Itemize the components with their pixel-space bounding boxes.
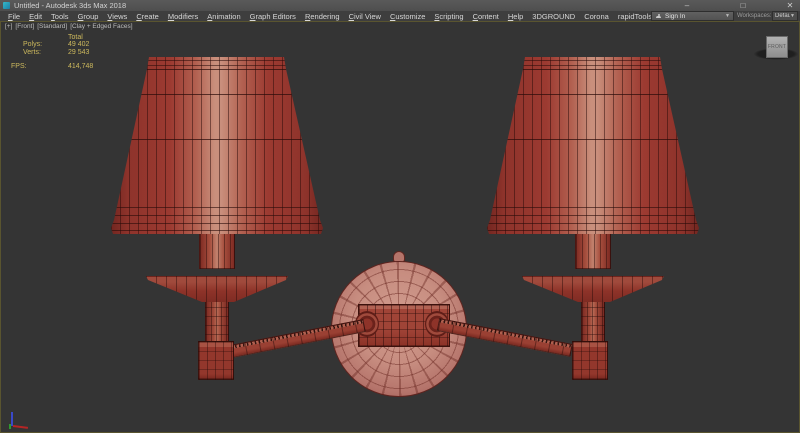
close-button[interactable]: ✕ xyxy=(782,0,798,11)
chevron-down-icon: ▼ xyxy=(725,13,730,19)
viewcube[interactable]: FRONT xyxy=(766,36,788,58)
viewport-menu-renderer[interactable]: [Standard] xyxy=(37,23,67,30)
chevron-down-icon: ▼ xyxy=(790,13,795,19)
menu-item-content[interactable]: Content xyxy=(473,12,499,21)
stats-fps-label: FPS: xyxy=(11,63,27,70)
menu-items: File Edit Tools Group Views Create Modifiers An… xyxy=(8,11,652,21)
menu-item-customize[interactable]: Customize xyxy=(390,12,425,21)
menu-item-modifiers[interactable]: Modifiers xyxy=(168,12,198,21)
viewport-menu-shading[interactable]: [Clay + Edged Faces] xyxy=(70,23,132,30)
menu-item-create[interactable]: Create xyxy=(136,12,159,21)
minimize-button[interactable]: – xyxy=(679,0,695,11)
world-axis-x-icon xyxy=(13,425,28,429)
viewport-menu-general[interactable]: [+] xyxy=(5,23,12,30)
menu-item-scripting[interactable]: Scripting xyxy=(434,12,463,21)
sconce-bobeche-right[interactable] xyxy=(522,271,664,304)
sconce-stem-left[interactable] xyxy=(205,301,229,345)
stats-fps-value: 414,748 xyxy=(68,63,93,70)
stats-polys-value: 49 402 xyxy=(68,41,89,48)
viewport-menu-pov[interactable]: [Front] xyxy=(15,23,34,30)
stats-verts-value: 29 543 xyxy=(68,49,89,56)
workspaces-label: Workspaces: xyxy=(737,13,772,19)
sconce-joint-cube-right[interactable] xyxy=(572,341,608,380)
3dsmax-window: Untitled - Autodesk 3ds Max 2018 – □ ✕ F… xyxy=(0,0,800,433)
menu-bar: File Edit Tools Group Views Create Modifiers An… xyxy=(0,11,800,21)
viewport-label: [+] [Front] [Standard] [Clay + Edged Fac… xyxy=(5,23,133,30)
menu-item-corona[interactable]: Corona xyxy=(584,12,609,21)
sconce-bobeche-left[interactable] xyxy=(146,271,288,304)
sconce-stem-right[interactable] xyxy=(581,301,605,345)
viewport-canvas[interactable]: [+] [Front] [Standard] [Clay + Edged Fac… xyxy=(0,21,800,433)
title-bar: Untitled - Autodesk 3ds Max 2018 – □ ✕ xyxy=(0,0,800,11)
sign-in-button[interactable]: Sign In ▼ xyxy=(651,11,734,21)
stats-total-header: Total xyxy=(68,34,83,41)
menu-item-3dground[interactable]: 3DGROUND xyxy=(532,12,575,21)
maximize-button[interactable]: □ xyxy=(735,0,751,11)
menu-item-graph-editors[interactable]: Graph Editors xyxy=(250,12,296,21)
stats-polys-label: Polys: xyxy=(23,41,42,48)
stats-verts-label: Verts: xyxy=(23,49,41,56)
menu-item-tools[interactable]: Tools xyxy=(51,12,69,21)
menu-item-file[interactable]: File xyxy=(8,12,20,21)
menu-item-civil-view[interactable]: Civil View xyxy=(349,12,381,21)
window-title: Untitled - Autodesk 3ds Max 2018 xyxy=(14,1,126,10)
workspaces-value: Default xyxy=(775,13,790,19)
sconce-lamp-shade-left[interactable] xyxy=(111,57,323,234)
menu-item-group[interactable]: Group xyxy=(78,12,99,21)
sconce-joint-cube-left[interactable] xyxy=(198,341,234,380)
menu-item-rendering[interactable]: Rendering xyxy=(305,12,340,21)
person-icon xyxy=(656,14,661,19)
world-axis-z-icon xyxy=(11,412,13,426)
menu-item-views[interactable]: Views xyxy=(107,12,127,21)
menu-item-edit[interactable]: Edit xyxy=(29,12,42,21)
viewcube-front-face-label: FRONT xyxy=(768,44,786,50)
3dsmax-app-icon xyxy=(3,2,10,9)
sconce-lamp-shade-right[interactable] xyxy=(487,57,699,234)
sign-in-label: Sign In xyxy=(665,13,725,20)
menu-item-help[interactable]: Help xyxy=(508,12,523,21)
workspaces-dropdown[interactable]: Default ▼ xyxy=(772,11,798,21)
menu-item-rapidtools[interactable]: rapidTools xyxy=(618,12,652,21)
menu-item-animation[interactable]: Animation xyxy=(207,12,240,21)
world-axis-y-icon xyxy=(9,424,11,429)
